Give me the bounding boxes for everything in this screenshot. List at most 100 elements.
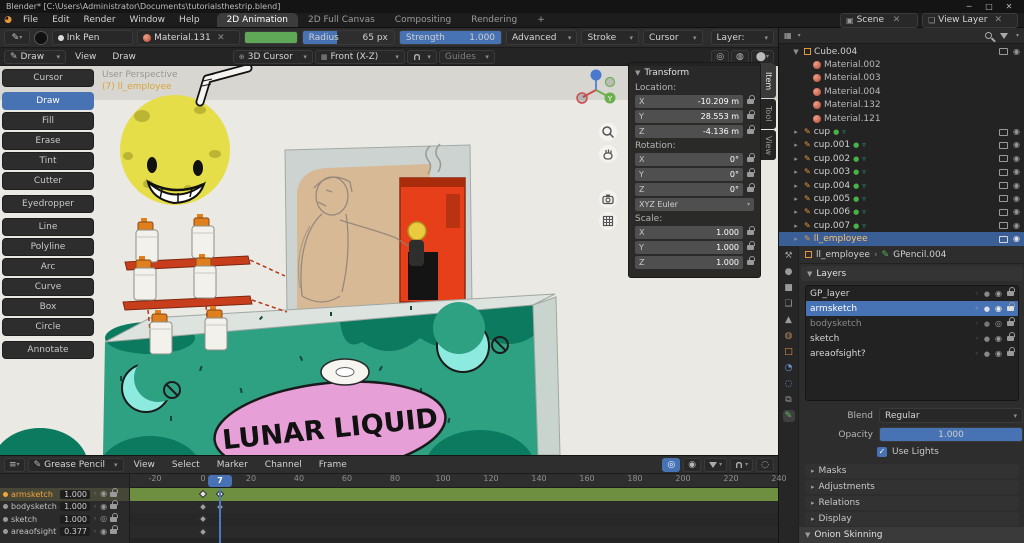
keyframe-row-areaofsight[interactable]: [130, 526, 778, 539]
lock-icon[interactable]: [1007, 336, 1014, 341]
onion-skin-icon[interactable]: ●: [984, 305, 990, 313]
tool-cutter[interactable]: Cutter: [2, 172, 94, 190]
lock-icon[interactable]: [747, 245, 754, 250]
keyframe-diamond[interactable]: [199, 515, 207, 523]
location-y-field[interactable]: Y28.553 m: [635, 110, 743, 123]
paint-mode-dropdown[interactable]: ✎▾: [4, 30, 30, 45]
onion-skin-icon[interactable]: ●: [984, 320, 990, 328]
outliner-row-material[interactable]: Material.003: [779, 72, 1024, 85]
minimize-button[interactable]: ─: [960, 2, 978, 11]
camera-view-button[interactable]: [599, 190, 617, 208]
layers-panel-header[interactable]: ▼ Layers: [801, 266, 1023, 281]
mask-icon[interactable]: ◦: [975, 320, 979, 328]
eye-icon[interactable]: ◉: [100, 503, 107, 511]
maximize-button[interactable]: □: [980, 2, 998, 11]
scale-y-field[interactable]: Y1.000: [635, 241, 743, 254]
outliner-row-ll-employee-selected[interactable]: ▸✎ll_employee◉: [779, 232, 1024, 245]
tool-polyline[interactable]: Polyline: [2, 238, 94, 256]
disable-viewport-icon[interactable]: [999, 48, 1008, 55]
lock-icon[interactable]: [747, 157, 754, 162]
chevron-down-icon[interactable]: ▾: [1016, 32, 1019, 39]
layer-row-gp-layer[interactable]: GP_layer◦●◉: [806, 286, 1018, 301]
outliner-row-material[interactable]: Material.002: [779, 58, 1024, 71]
blend-mode-dropdown[interactable]: Regular: [879, 408, 1023, 423]
breadcrumb-data[interactable]: GPencil.004: [893, 250, 946, 260]
eye-icon[interactable]: ◎: [995, 320, 1002, 328]
breadcrumb-object[interactable]: ll_employee: [816, 250, 870, 260]
pan-hand-button[interactable]: [599, 145, 617, 163]
tool-annotate[interactable]: Annotate: [2, 341, 94, 359]
keyframe-area[interactable]: [130, 488, 778, 543]
tab-view[interactable]: View: [761, 130, 776, 160]
proportional-edit-toggle[interactable]: ◌: [756, 458, 774, 472]
mask-icon[interactable]: ◦: [975, 290, 979, 298]
mode-dropdown[interactable]: ✎ Draw: [4, 50, 66, 64]
disable-viewport-icon[interactable]: [999, 182, 1008, 189]
tool-circle[interactable]: Circle: [2, 318, 94, 336]
tab-object[interactable]: □: [783, 346, 795, 358]
tab-world[interactable]: ◍: [783, 330, 795, 342]
eye-icon[interactable]: ◉: [1013, 235, 1020, 243]
menu-render[interactable]: Render: [77, 13, 123, 27]
scale-x-field[interactable]: X1.000: [635, 226, 743, 239]
only-selected-toggle[interactable]: ◎: [662, 458, 680, 472]
channel-bodysketch[interactable]: bodysketch 1.000 ◦◉: [0, 501, 129, 514]
outliner-row-material[interactable]: Material.132: [779, 99, 1024, 112]
lock-icon[interactable]: [1007, 321, 1014, 326]
keyframe-row-armsketch-selected[interactable]: [130, 488, 778, 501]
tool-draw[interactable]: Draw: [2, 92, 94, 110]
brush-preview[interactable]: [34, 31, 48, 45]
viewport-menu-view[interactable]: View: [68, 48, 103, 65]
lock-icon[interactable]: [1007, 351, 1014, 356]
eye-icon[interactable]: ◉: [1013, 182, 1020, 190]
lock-icon[interactable]: [747, 187, 754, 192]
lock-icon[interactable]: [110, 492, 117, 497]
lock-icon[interactable]: [747, 172, 754, 177]
outliner-row-cup[interactable]: ▸✎cup.007●▿◉: [779, 219, 1024, 232]
outliner-row-cup[interactable]: ▸✎cup.005●▿◉: [779, 192, 1024, 205]
rotation-z-field[interactable]: Z0°: [635, 183, 743, 196]
outliner-row-cup[interactable]: ▸✎cup.003●▿◉: [779, 166, 1024, 179]
eye-icon[interactable]: ◉: [1013, 141, 1020, 149]
material-unlink-icon[interactable]: ✕: [217, 33, 225, 43]
eye-icon[interactable]: ◉: [1013, 208, 1020, 216]
disable-viewport-icon[interactable]: [999, 195, 1008, 202]
stroke-dropdown[interactable]: Stroke: [581, 30, 639, 45]
menu-window[interactable]: Window: [123, 13, 173, 27]
eye-icon[interactable]: ◉: [1013, 128, 1020, 136]
zoom-button[interactable]: [599, 123, 617, 141]
eye-icon[interactable]: ◉: [1013, 48, 1020, 56]
mask-icon[interactable]: ◦: [93, 528, 97, 536]
channel-opacity-value[interactable]: 1.000: [60, 490, 90, 499]
workspace-tab-2d-animation[interactable]: 2D Animation: [217, 13, 298, 27]
location-x-field[interactable]: X-10.209 m: [635, 95, 743, 108]
tab-scene[interactable]: ▲: [783, 314, 795, 326]
use-lights-checkbox[interactable]: ✓: [877, 447, 887, 457]
location-z-field[interactable]: Z-4.136 m: [635, 125, 743, 138]
tab-modifiers[interactable]: ◔: [783, 362, 795, 374]
mask-icon[interactable]: ◦: [93, 515, 97, 523]
view-layer-unlink-icon[interactable]: ✕: [994, 15, 1002, 25]
material-color-swatch[interactable]: [244, 31, 298, 44]
menu-file[interactable]: File: [16, 13, 45, 27]
section-display[interactable]: Display: [805, 512, 1019, 526]
eye-icon[interactable]: ◉: [995, 335, 1002, 343]
eye-icon[interactable]: ◉: [995, 290, 1002, 298]
keyframe-diamond[interactable]: [199, 490, 207, 498]
timeline-menu-frame[interactable]: Frame: [312, 456, 354, 473]
tab-output[interactable]: ■: [783, 282, 795, 294]
display-mode-icon[interactable]: ▦: [784, 31, 792, 40]
brush-selector[interactable]: Ink Pen: [52, 30, 133, 45]
outliner-row-material[interactable]: Material.004: [779, 85, 1024, 98]
outliner-row-cup[interactable]: ▸✎cup.002●▿◉: [779, 152, 1024, 165]
workspace-tab-2d-full-canvas[interactable]: 2D Full Canvas: [298, 13, 385, 27]
filter-dropdown[interactable]: ▾: [704, 458, 727, 472]
tab-item[interactable]: Item: [761, 64, 776, 98]
search-icon[interactable]: [985, 32, 992, 39]
opacity-slider[interactable]: 1.000: [879, 427, 1023, 442]
tab-tool[interactable]: ⚒: [783, 250, 795, 262]
outliner-row-cube[interactable]: ▼Cube.004◉: [779, 45, 1024, 58]
tool-line[interactable]: Line: [2, 218, 94, 236]
editor-type-dropdown[interactable]: ≡▾: [4, 458, 25, 472]
cursor-dropdown[interactable]: Cursor: [643, 30, 703, 45]
